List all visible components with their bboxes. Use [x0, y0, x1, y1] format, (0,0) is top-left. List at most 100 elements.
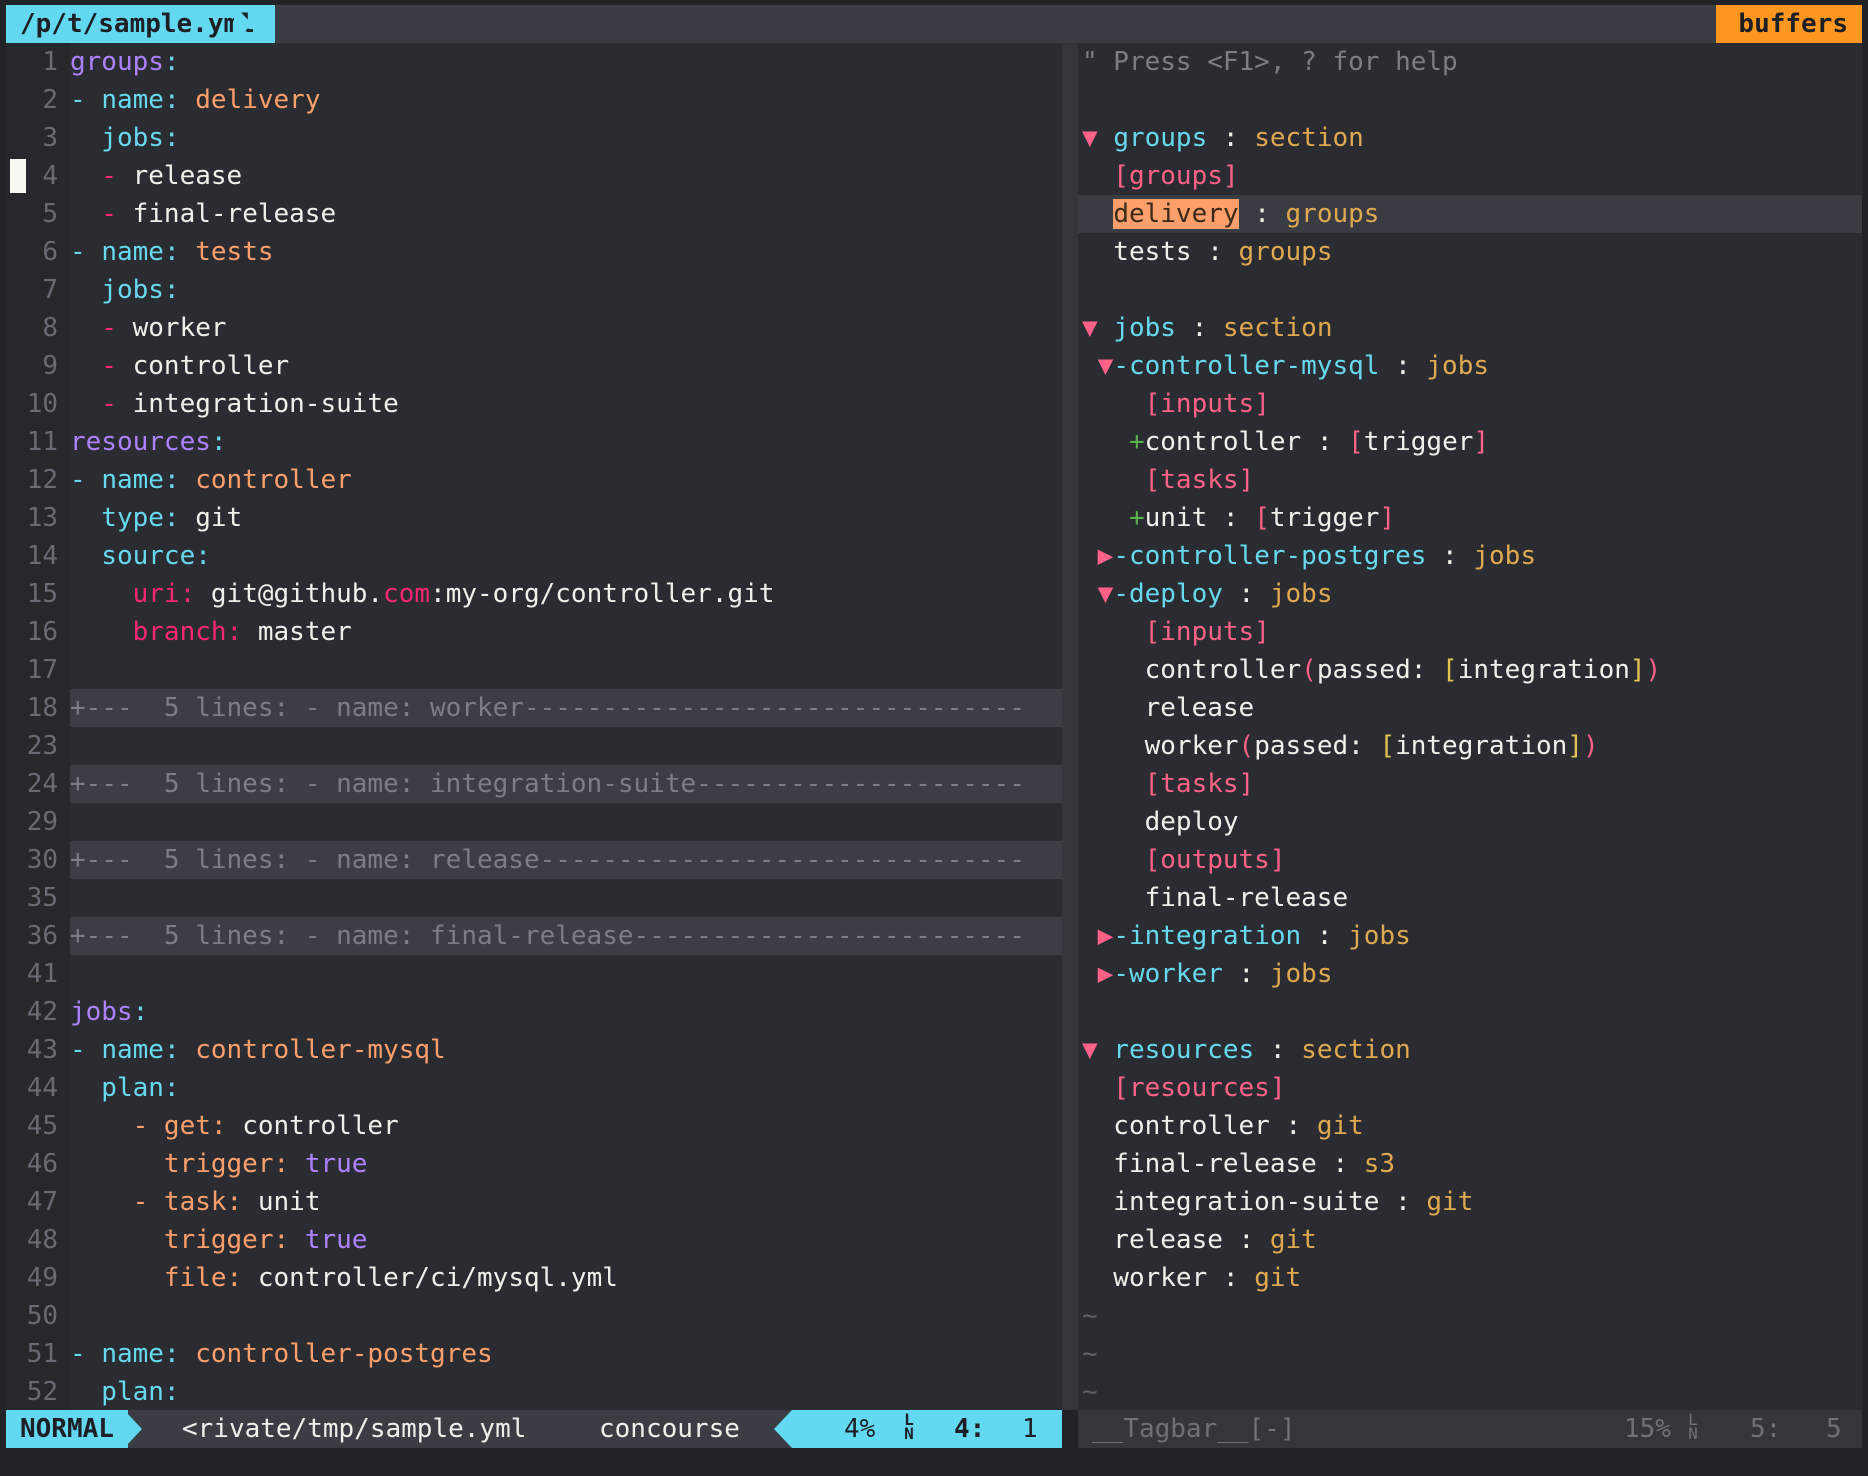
fold-line[interactable]: +--- 5 lines: - name: worker------------…: [70, 689, 1062, 727]
code-line[interactable]: plan:: [70, 1069, 1062, 1107]
tagbar-entry[interactable]: release: [1078, 689, 1862, 727]
code-line[interactable]: [70, 651, 1062, 689]
fold-line[interactable]: +--- 5 lines: - name: integration-suite-…: [70, 765, 1062, 803]
code-line[interactable]: - name: controller-mysql: [70, 1031, 1062, 1069]
status-filetype: concourse: [599, 1414, 740, 1444]
code-line[interactable]: groups:: [70, 43, 1062, 81]
tagbar-entry[interactable]: [outputs]: [1078, 841, 1862, 879]
tagbar-entry[interactable]: [1078, 81, 1862, 119]
code-line[interactable]: - task: unit: [70, 1183, 1062, 1221]
tagbar-entry[interactable]: integration-suite : git: [1078, 1183, 1862, 1221]
tagbar-entry[interactable]: [groups]: [1078, 157, 1862, 195]
code-token: :: [163, 85, 196, 115]
tag-token: :: [1269, 1111, 1317, 1141]
tagbar-entry[interactable]: [resources]: [1078, 1069, 1862, 1107]
code-line[interactable]: source:: [70, 537, 1062, 575]
code-line[interactable]: - final-release: [70, 195, 1062, 233]
code-line[interactable]: [70, 879, 1062, 917]
code-line[interactable]: jobs:: [70, 993, 1062, 1031]
code-line[interactable]: [70, 1297, 1062, 1335]
code-line[interactable]: plan:: [70, 1373, 1062, 1411]
tagbar-status-name: __Tagbar__[-]: [1092, 1414, 1296, 1444]
code-line[interactable]: [70, 727, 1062, 765]
code-line[interactable]: - integration-suite: [70, 385, 1062, 423]
code-line[interactable]: jobs:: [70, 119, 1062, 157]
code-line[interactable]: - controller: [70, 347, 1062, 385]
tagbar-entry[interactable]: ▼ resources : section: [1078, 1031, 1862, 1069]
code-token: git: [195, 503, 243, 533]
code-line[interactable]: - name: controller: [70, 461, 1062, 499]
tagbar-entry[interactable]: [tasks]: [1078, 461, 1862, 499]
tagbar-entry[interactable]: ▶-integration : jobs: [1078, 917, 1862, 955]
tagbar-entry[interactable]: worker(passed: [integration]): [1078, 727, 1862, 765]
tagbar-entry[interactable]: [inputs]: [1078, 613, 1862, 651]
tag-token: delivery: [1113, 199, 1239, 229]
tag-token: -controller-mysql: [1113, 351, 1380, 381]
tagbar-entry[interactable]: ▶-worker : jobs: [1078, 955, 1862, 993]
tagbar-entry[interactable]: ▼-deploy : jobs: [1078, 575, 1862, 613]
tagbar-pane[interactable]: " Press <F1>, ? for help ▼ groups : secti…: [1078, 43, 1862, 1410]
tagbar-entry[interactable]: [1078, 993, 1862, 1031]
code-line[interactable]: - release: [10, 157, 1062, 195]
fold-line[interactable]: +--- 5 lines: - name: release-----------…: [70, 841, 1062, 879]
fold-closed-icon[interactable]: ▶: [1082, 541, 1114, 571]
tag-token: ~: [1082, 1339, 1098, 1369]
tagbar-entry[interactable]: controller(passed: [integration]): [1078, 651, 1862, 689]
tagbar-entry[interactable]: ▼-controller-mysql : jobs: [1078, 347, 1862, 385]
code-line[interactable]: - name: tests: [70, 233, 1062, 271]
buffers-label[interactable]: buffers: [1716, 5, 1862, 43]
fold-open-icon[interactable]: ▼: [1082, 351, 1114, 381]
fold-open-icon[interactable]: ▼: [1082, 313, 1113, 343]
code-line[interactable]: - worker: [70, 309, 1062, 347]
code-line[interactable]: jobs:: [70, 271, 1062, 309]
tagbar-entry[interactable]: ▼ groups : section: [1078, 119, 1862, 157]
tagbar-entry[interactable]: " Press <F1>, ? for help: [1078, 43, 1862, 81]
code-line[interactable]: uri: git@github.com:my-org/controller.gi…: [70, 575, 1062, 613]
tagbar-entry[interactable]: worker : git: [1078, 1259, 1862, 1297]
tagbar-entry[interactable]: +controller : [trigger]: [1078, 423, 1862, 461]
fold-line[interactable]: +--- 5 lines: - name: final-release-----…: [70, 917, 1062, 955]
code-line[interactable]: branch: master: [70, 613, 1062, 651]
tagbar-entry[interactable]: delivery : groups: [1078, 195, 1862, 233]
fold-closed-icon[interactable]: ▶: [1082, 921, 1114, 951]
code-line[interactable]: resources:: [70, 423, 1062, 461]
code-line[interactable]: trigger: true: [70, 1221, 1062, 1259]
tagbar-entry[interactable]: ▼ jobs : section: [1078, 309, 1862, 347]
tag-token: final-release: [1082, 883, 1349, 913]
fold-open-icon[interactable]: ▼: [1082, 1035, 1113, 1065]
tagbar-entry[interactable]: controller : git: [1078, 1107, 1862, 1145]
tagbar-entry[interactable]: ~: [1078, 1373, 1862, 1410]
tagbar-entry[interactable]: tests : groups: [1078, 233, 1862, 271]
code-line[interactable]: trigger: true: [70, 1145, 1062, 1183]
editor-pane[interactable]: 1 2 3 4 5 6 7 8 9 10 11 12 13 14 15 16 17 18 23 24 29 30 35 36 4…: [6, 43, 1062, 1410]
tagbar-entry[interactable]: [inputs]: [1078, 385, 1862, 423]
tagbar-entry[interactable]: ~: [1078, 1297, 1862, 1335]
code-line[interactable]: file: controller/ci/mysql.yml: [70, 1259, 1062, 1297]
code-line[interactable]: - get: controller: [70, 1107, 1062, 1145]
code-line[interactable]: [70, 803, 1062, 841]
code-line[interactable]: [70, 955, 1062, 993]
code-token: :: [195, 541, 211, 571]
tagbar-entry[interactable]: ~: [1078, 1335, 1862, 1373]
code-line[interactable]: - name: controller-postgres: [70, 1335, 1062, 1373]
tabline: /p/t/sample.yml buffers: [6, 5, 1862, 43]
code-token: name: [101, 1035, 164, 1065]
tagbar-entry[interactable]: release : git: [1078, 1221, 1862, 1259]
tagbar-entry[interactable]: ▶-controller-postgres : jobs: [1078, 537, 1862, 575]
fold-open-icon[interactable]: ▼: [1082, 579, 1114, 609]
fold-closed-icon[interactable]: ▶: [1082, 959, 1114, 989]
tag-token: " Press <F1>, ? for help: [1082, 47, 1458, 77]
tagbar-entry[interactable]: deploy: [1078, 803, 1862, 841]
code-area[interactable]: groups: - name: delivery jobs: - release …: [10, 43, 1062, 1411]
tag-token: section: [1301, 1035, 1411, 1065]
tagbar-entry[interactable]: +unit : [trigger]: [1078, 499, 1862, 537]
code-line[interactable]: type: git: [70, 499, 1062, 537]
tagbar-entry[interactable]: final-release: [1078, 879, 1862, 917]
tagbar-entry[interactable]: final-release : s3: [1078, 1145, 1862, 1183]
tagbar-entry[interactable]: [tasks]: [1078, 765, 1862, 803]
code-line[interactable]: - name: delivery: [70, 81, 1062, 119]
fold-open-icon[interactable]: ▼: [1082, 123, 1113, 153]
tagbar-entry[interactable]: [1078, 271, 1862, 309]
tag-token: (: [1238, 731, 1255, 761]
window-separator[interactable]: [1062, 43, 1078, 1410]
